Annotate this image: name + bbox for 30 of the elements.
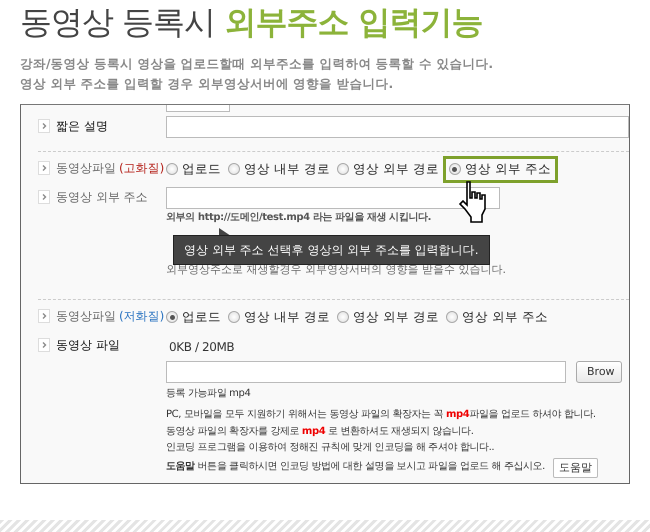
file-size: 0KB / 20MB — [169, 339, 236, 356]
page-title: 동영상 등록시 — [20, 3, 216, 41]
field-label: 동영상 파일 — [56, 336, 120, 354]
radio-label: 영상 외부 경로 — [352, 308, 439, 326]
help-button[interactable]: 도움말 — [552, 458, 598, 478]
radio-label: 영상 외부 경로 — [352, 160, 439, 178]
tooltip: 영상 외부 주소 선택후 영상의 외부 주소를 입력합니다. — [173, 235, 490, 265]
browse-button[interactable]: Brow — [576, 360, 622, 382]
notice-text: 인코딩 프로그램을 이용하여 정해진 규칙에 맞게 인코딩을 해 주셔야 합니다.. — [166, 441, 496, 455]
notice-text: 동영상 파일의 확장자를 강제로 mp4 로 변환하셔도 재생되지 않습니다. — [166, 424, 475, 438]
help-text: 도움말 버튼을 클릭하시면 인코딩 방법에 대한 설명을 보시고 파일을 업로드 해 주십시오. — [166, 460, 545, 474]
radio-label: 영상 내부 경로 — [244, 160, 330, 178]
radio-label: 업로드 — [182, 308, 221, 326]
notice-text: PC, 모바일을 모두 지원하기 위해서는 동영상 파일의 확장자는 꼭 mp4파일을 업로드 하셔야 합니다. — [166, 408, 597, 422]
quality-label: (저화질) — [119, 308, 164, 324]
allowed-files: 등록 가능파일 mp4 — [166, 386, 252, 400]
radio-label: 영상 외부 주소 — [462, 308, 548, 326]
field-label: 짧은 설명 — [56, 118, 108, 134]
field-label: 동영상 외부 주소 — [56, 188, 148, 206]
intro-text: 영상 외부 주소를 입력할 경우 외부영상서버에 영향을 받습니다. — [20, 75, 394, 93]
intro-text: 강좌/동영상 등록시 영상을 업로드할때 외부주소를 입력하여 등록할 수 있습니다. — [20, 55, 494, 73]
help-text: 외부의 http://도메인/test.mp4 라는 파일을 재생 시킵니다. — [166, 211, 432, 225]
quality-label: (고화질) — [119, 160, 164, 176]
radio-label: 업로드 — [182, 160, 221, 178]
field-label: 동영상파일 — [56, 308, 116, 324]
field-label: 동영상파일 — [56, 160, 116, 176]
help-text: 외부영상주소로 재생할경우 외부영상서버의 영향을 받을수 있습니다. — [166, 262, 507, 278]
page-title-highlight: 외부주소 입력기능 — [224, 3, 482, 41]
radio-label: 영상 외부 주소 — [464, 160, 551, 178]
radio-label: 영상 내부 경로 — [244, 308, 330, 326]
